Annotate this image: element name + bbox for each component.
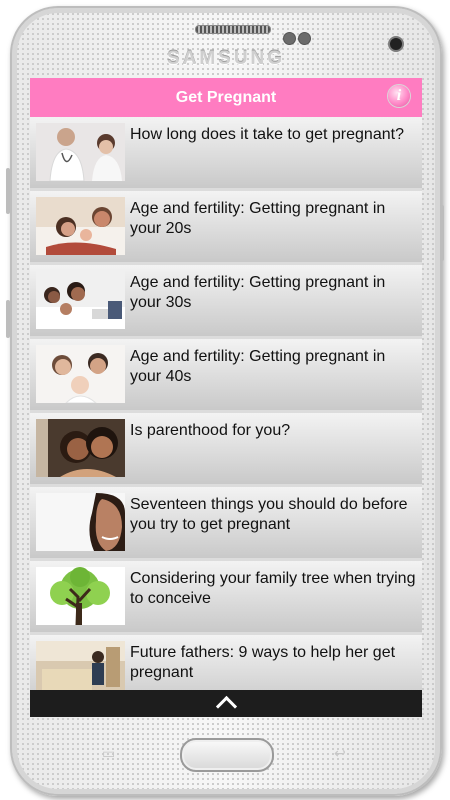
couple-baby-photo: [36, 197, 125, 255]
list-item[interactable]: Is parenthood for you?: [30, 413, 422, 484]
parents-baby-photo: [36, 345, 125, 403]
back-key-icon[interactable]: ↩: [334, 745, 346, 762]
proximity-sensor: [283, 32, 296, 45]
side-button: [6, 300, 10, 338]
earpiece-speaker: [195, 25, 271, 34]
home-button[interactable]: [180, 738, 274, 772]
list-item-title: Age and fertility: Getting pregnant in y…: [130, 200, 386, 237]
list-item[interactable]: Considering your family tree when trying…: [30, 561, 422, 632]
family-bed-photo: [36, 271, 125, 329]
doctor-patient-photo: [36, 123, 125, 181]
app-header: Get Pregnant i: [30, 78, 422, 117]
list-item-title: Age and fertility: Getting pregnant in y…: [130, 274, 386, 311]
mother-child-photo: [36, 419, 125, 477]
list-item[interactable]: Age and fertility: Getting pregnant in y…: [30, 265, 422, 336]
page-title: Get Pregnant: [175, 88, 277, 106]
light-sensor: [298, 32, 311, 45]
list-item-title: Is parenthood for you?: [130, 422, 291, 439]
list-item[interactable]: Seventeen things you should do before yo…: [30, 487, 422, 558]
volume-button: [6, 168, 10, 214]
tree-illustration: [36, 567, 125, 625]
list-item-title: Future fathers: 9 ways to help her get p…: [130, 644, 396, 681]
chevron-up-icon[interactable]: [215, 695, 237, 717]
power-button: [440, 205, 444, 261]
list-item-title: Age and fertility: Getting pregnant in y…: [130, 348, 386, 385]
living-room-photo: [36, 641, 125, 693]
list-item[interactable]: Age and fertility: Getting pregnant in y…: [30, 339, 422, 410]
list-item-title: Considering your family tree when trying…: [130, 570, 416, 607]
list-item-title: Seventeen things you should do before yo…: [130, 496, 408, 533]
list-item[interactable]: Future fathers: 9 ways to help her get p…: [30, 635, 422, 693]
woman-smiling-photo: [36, 493, 125, 551]
app-screen: Get Pregnant i How long does it take to …: [30, 78, 422, 717]
list-item[interactable]: How long does it take to get pregnant?: [30, 117, 422, 188]
bottom-bar: [30, 690, 422, 717]
info-icon[interactable]: i: [388, 85, 410, 107]
recent-apps-key-icon[interactable]: ▭: [102, 745, 115, 762]
brand-logo: SAMSUNG: [166, 48, 286, 69]
list-item-title: How long does it take to get pregnant?: [130, 126, 404, 143]
article-list: How long does it take to get pregnant? A…: [30, 117, 422, 693]
list-item[interactable]: Age and fertility: Getting pregnant in y…: [30, 191, 422, 262]
